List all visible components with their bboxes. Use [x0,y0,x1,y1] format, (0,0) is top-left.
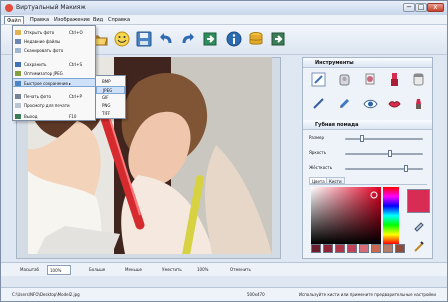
apply-brush-icon[interactable] [411,239,426,254]
save-small-icon [15,62,21,67]
lipstick-tool-icon[interactable] [411,96,426,111]
menu-help[interactable]: Справка [106,16,132,24]
menu-print-photo[interactable]: Печать фото Ctrl+P [13,92,95,101]
export-icon[interactable] [201,30,219,48]
info-icon[interactable] [225,30,243,48]
menu-quick-save[interactable]: Быстрое сохранение ▸ [13,78,95,87]
fit-button[interactable]: Уместить [162,265,182,275]
swatch-1[interactable] [311,244,321,253]
menu-recent-files[interactable]: Недавние файлы [13,37,95,46]
preview-icon [15,103,21,108]
menu-edit[interactable]: Правка [28,16,51,24]
minimize-button[interactable]: − [403,3,415,12]
save-gif[interactable]: GIF [96,94,125,102]
powder-tool-icon[interactable] [337,72,352,87]
brush-tool-icon[interactable] [311,72,326,87]
smile-icon[interactable] [113,30,131,48]
eye-tool-icon[interactable] [363,96,378,111]
menu-print-preview[interactable]: Просмотр для печати [13,101,95,110]
size-label: Размер [309,135,325,140]
tools-title: Инструменты [315,60,354,66]
pencil-tool-icon[interactable] [337,96,352,111]
menu-file[interactable]: Файл [4,16,24,24]
close-button[interactable]: x [427,3,444,12]
dropper-icon[interactable] [411,218,426,233]
zoom-in-button[interactable]: Больше [89,265,105,275]
selected-color-swatch [407,189,430,213]
quick-save-submenu: BMP JPEG GIF PNG TIFF [95,75,126,119]
redo-icon[interactable] [179,30,197,48]
image-size: 500x470 [247,292,265,297]
print-icon [15,94,21,99]
quick-save-icon [15,81,21,86]
color-swatches [311,244,405,253]
exit-icon[interactable] [269,30,287,48]
tab-colors[interactable]: Цвета [309,177,328,184]
scale-input[interactable]: 100% [47,265,71,275]
status-hint: Используйте кисти или примените предвари… [299,292,436,297]
hue-slider[interactable] [383,187,399,244]
tab-brushes[interactable]: Кисти [326,177,345,184]
scan-icon [15,48,21,53]
bottom-toolbar: Масштаб 100% Больше Меньше Уместить 100%… [1,262,447,276]
tools-panel: Инструменты Губная помада Размер Яркость… [302,57,433,259]
color-tabs: Цвета Кисти [309,177,427,185]
hardness-slider[interactable] [345,165,423,172]
cream-tool-icon[interactable] [411,72,426,87]
save-jpeg[interactable]: JPEG [96,86,125,94]
tools-section-header: Инструменты [303,58,432,68]
swatch-6[interactable] [371,244,381,253]
brightness-label: Яркость [309,150,327,155]
save-icon[interactable] [135,30,153,48]
title-bar: Виртуальный Макияж − □ x [1,1,447,15]
menu-image[interactable]: Изображение [52,16,92,24]
size-slider-thumb[interactable] [360,135,364,142]
jpeg-icon [15,71,21,76]
maximize-button[interactable]: □ [415,3,427,12]
save-tiff[interactable]: TIFF [96,110,125,118]
hardness-label: Жёсткость [309,165,333,170]
nail-tool-icon[interactable] [387,72,402,87]
app-window: Виртуальный Макияж − □ x Файл Правка Изо… [0,0,448,302]
swatch-5[interactable] [359,244,369,253]
file-path: C:\Users\NFO\Desktop\Model2.jpg [12,292,80,297]
menu-jpeg-optimizer[interactable]: Оптимизатор JPEG [13,69,95,78]
menu-open-photo[interactable]: Открыть фото Ctrl+O [13,28,95,37]
line-tool-icon[interactable] [311,96,326,111]
swatch-3[interactable] [335,244,345,253]
zoom-out-button[interactable]: Меньше [125,265,142,275]
save-bmp[interactable]: BMP [96,78,125,86]
save-png[interactable]: PNG [96,102,125,110]
undo-icon[interactable] [157,30,175,48]
lipstick-section-header: Губная помада [303,120,432,130]
blush-tool-icon[interactable] [363,72,378,87]
exit-small-icon [15,114,21,119]
brightness-slider-thumb[interactable] [388,150,392,157]
hardness-slider-thumb[interactable] [404,165,408,172]
coins-icon[interactable] [247,30,265,48]
menu-view[interactable]: Вид [91,16,105,24]
menu-bar: Файл Правка Изображение Вид Справка [1,15,447,25]
file-menu: Открыть фото Ctrl+O Недавние файлы Сканир… [12,25,96,121]
color-picker[interactable] [311,187,381,244]
status-bar: C:\Users\NFO\Desktop\Model2.jpg 500x470 … [1,287,447,301]
app-icon [5,4,13,12]
size-slider[interactable] [345,135,423,142]
swatch-2[interactable] [323,244,333,253]
open-icon [15,30,21,35]
recent-icon [15,39,21,44]
window-title: Виртуальный Макияж [16,4,86,11]
lips-tool-icon[interactable] [387,96,402,111]
swatch-4[interactable] [347,244,357,253]
actual-size-button[interactable]: 100% [197,265,208,275]
menu-scan-photo[interactable]: Сканировать фото [13,46,95,55]
menu-save[interactable]: Сохранить Ctrl+S [13,60,95,69]
swatch-7[interactable] [383,244,393,253]
lipstick-title: Губная помада [315,122,359,128]
menu-exit[interactable]: Выход F10 [13,112,95,121]
cancel-button[interactable]: Отменить [230,265,251,275]
scale-label: Масштаб [20,267,40,272]
brightness-slider[interactable] [345,150,423,157]
swatch-8[interactable] [395,244,405,253]
